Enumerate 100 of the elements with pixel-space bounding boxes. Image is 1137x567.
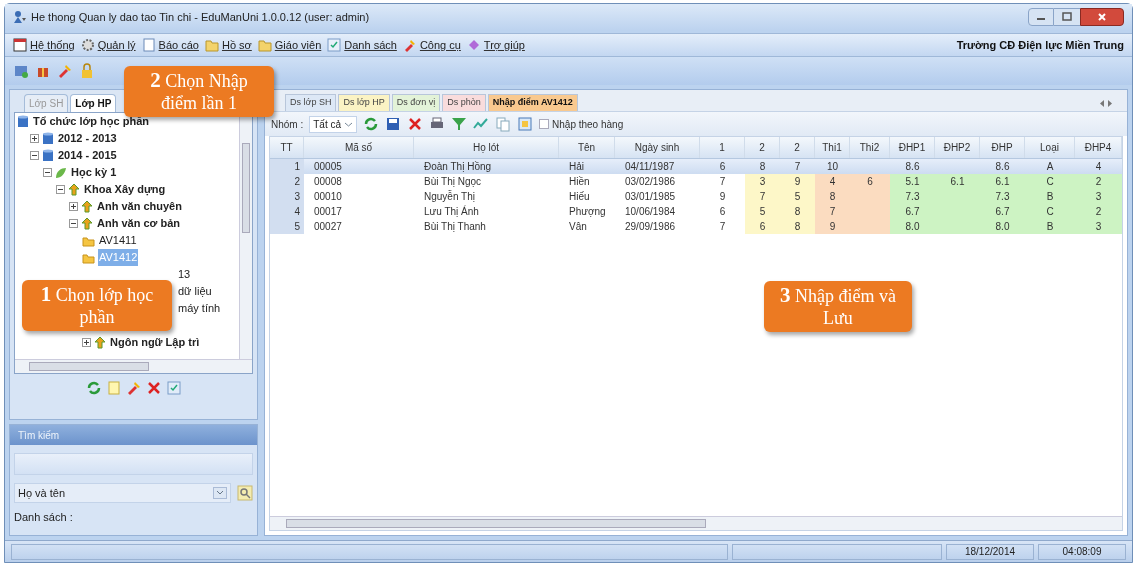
tree-item[interactable]: Khoa Xây dựng: [83, 181, 167, 198]
table-cell[interactable]: 6: [700, 204, 745, 219]
table-cell[interactable]: 4: [270, 204, 304, 219]
table-cell[interactable]: 5: [780, 189, 815, 204]
menu-item[interactable]: Giáo viên: [257, 36, 322, 54]
expand-toggle[interactable]: [82, 338, 91, 347]
grid-row[interactable]: 2 00008 Bùi Thị Ngọc Hiền 03/02/1986 7 3 9 4 6 5.1 6.1 6.1 C 2: [270, 174, 1122, 189]
table-cell[interactable]: Hải: [559, 159, 615, 174]
table-cell[interactable]: 6.7: [890, 204, 935, 219]
grid-row[interactable]: 3 00010 Nguyễn Thị Hiếu 03/01/1985 9 7 5 8 7.3 7.3 B 3: [270, 189, 1122, 204]
table-cell[interactable]: C: [1025, 204, 1075, 219]
scroll-right-icon[interactable]: [1107, 99, 1113, 108]
refresh-icon[interactable]: [363, 116, 380, 132]
table-cell[interactable]: 6: [850, 174, 890, 189]
table-cell[interactable]: A: [1025, 159, 1075, 174]
table-cell[interactable]: 00010: [304, 189, 414, 204]
table-cell[interactable]: C: [1025, 174, 1075, 189]
table-cell[interactable]: Lưu Thị Ánh: [414, 204, 559, 219]
table-cell[interactable]: 5: [270, 219, 304, 234]
table-cell[interactable]: 2: [1075, 204, 1122, 219]
table-cell[interactable]: 6.7: [980, 204, 1025, 219]
checkbox[interactable]: [539, 119, 550, 129]
menu-item[interactable]: Quản lý: [80, 36, 136, 54]
table-cell[interactable]: 6.1: [980, 174, 1025, 189]
column-header[interactable]: Ngày sinh: [615, 137, 700, 158]
table-cell[interactable]: 8.0: [980, 219, 1025, 234]
table-cell[interactable]: Đoàn Thị Hồng: [414, 159, 559, 174]
table-cell[interactable]: 8: [815, 189, 850, 204]
table-cell[interactable]: 8.6: [980, 159, 1025, 174]
collapse-toggle[interactable]: [56, 185, 65, 194]
column-header[interactable]: Tên: [559, 137, 615, 158]
table-cell[interactable]: 03/01/1985: [615, 189, 700, 204]
table-cell[interactable]: 29/09/1986: [615, 219, 700, 234]
table-cell[interactable]: 4: [1075, 159, 1122, 174]
collapse-toggle[interactable]: [43, 168, 52, 177]
table-cell[interactable]: 2: [1075, 174, 1122, 189]
group-dropdown[interactable]: Tất cả: [309, 115, 358, 133]
table-cell[interactable]: Vân: [559, 219, 615, 234]
table-cell[interactable]: Nguyễn Thị: [414, 189, 559, 204]
document-tab[interactable]: Ds lớp HP: [338, 94, 390, 111]
scroll-left-icon[interactable]: [1099, 99, 1105, 108]
grid-row[interactable]: 5 00027 Bùi Thị Thanh Vân 29/09/1986 7 6 8 9 8.0 8.0 B 3: [270, 219, 1122, 234]
tools-icon[interactable]: [57, 63, 73, 79]
horizontal-scrollbar[interactable]: [270, 516, 1122, 530]
tree-item[interactable]: Ngôn ngữ Lập trì: [109, 334, 201, 351]
menu-item[interactable]: Danh sách: [327, 36, 397, 54]
table-cell[interactable]: 8.6: [890, 159, 935, 174]
table-cell[interactable]: 7.3: [980, 189, 1025, 204]
tree-item[interactable]: 13: [177, 266, 192, 283]
table-cell[interactable]: 3: [1075, 219, 1122, 234]
table-cell[interactable]: B: [1025, 219, 1075, 234]
column-header[interactable]: ĐHP1: [890, 137, 935, 158]
column-header[interactable]: 1: [700, 137, 745, 158]
table-cell[interactable]: 6: [700, 159, 745, 174]
expand-toggle[interactable]: [30, 134, 39, 143]
table-cell[interactable]: Bùi Thị Thanh: [414, 219, 559, 234]
table-cell[interactable]: 10: [815, 159, 850, 174]
table-cell[interactable]: 3: [745, 174, 780, 189]
table-cell[interactable]: 7.3: [890, 189, 935, 204]
tree-item[interactable]: Anh văn cơ bản: [96, 215, 181, 232]
refresh-icon[interactable]: [85, 380, 102, 396]
horizontal-scrollbar[interactable]: [15, 359, 252, 373]
column-header[interactable]: ĐHP: [980, 137, 1025, 158]
column-header[interactable]: 2: [745, 137, 780, 158]
delete-icon[interactable]: [145, 380, 162, 396]
tree-item[interactable]: 2012 - 2013: [57, 130, 118, 147]
menu-item[interactable]: Hồ sơ: [204, 36, 252, 54]
table-cell[interactable]: 7: [780, 159, 815, 174]
table-cell[interactable]: 04/11/1987: [615, 159, 700, 174]
menu-item[interactable]: Hệ thống: [13, 36, 75, 54]
table-cell[interactable]: 5: [745, 204, 780, 219]
search-icon[interactable]: [237, 485, 253, 501]
table-cell[interactable]: 6: [745, 219, 780, 234]
table-cell[interactable]: 6.1: [935, 174, 980, 189]
table-cell[interactable]: 8: [780, 219, 815, 234]
table-cell[interactable]: 00027: [304, 219, 414, 234]
table-cell[interactable]: 8.0: [890, 219, 935, 234]
menu-item[interactable]: Báo cáo: [141, 36, 199, 54]
search-field[interactable]: [14, 453, 253, 475]
close-button[interactable]: [1080, 8, 1124, 26]
column-header[interactable]: Loại: [1025, 137, 1075, 158]
column-header[interactable]: Họ lót: [414, 137, 559, 158]
menu-item[interactable]: Trợ giúp: [466, 36, 525, 54]
import-icon[interactable]: [517, 116, 534, 132]
table-cell[interactable]: 3: [270, 189, 304, 204]
table-cell[interactable]: 4: [815, 174, 850, 189]
grid-row[interactable]: 4 00017 Lưu Thị Ánh Phượng 10/06/1984 6 5 8 7 6.7 6.7 C 2: [270, 204, 1122, 219]
expand-toggle[interactable]: [69, 202, 78, 211]
lock-icon[interactable]: [79, 63, 95, 79]
table-cell[interactable]: 8: [780, 204, 815, 219]
table-cell[interactable]: 5.1: [890, 174, 935, 189]
table-cell[interactable]: 1: [270, 159, 304, 174]
checklist-icon[interactable]: [165, 380, 182, 396]
tree-item[interactable]: máy tính: [177, 300, 222, 317]
copy-icon[interactable]: [495, 116, 512, 132]
document-tab[interactable]: Ds phòn: [442, 94, 486, 111]
menu-item[interactable]: Công cụ: [402, 36, 461, 54]
selected-row[interactable]: 1 00005 Đoàn Thị Hồng Hải 04/11/1987 6 8 7 10 8.6 8.6 A 4: [270, 159, 1122, 174]
table-cell[interactable]: 7: [745, 189, 780, 204]
maximize-button[interactable]: [1054, 8, 1080, 26]
